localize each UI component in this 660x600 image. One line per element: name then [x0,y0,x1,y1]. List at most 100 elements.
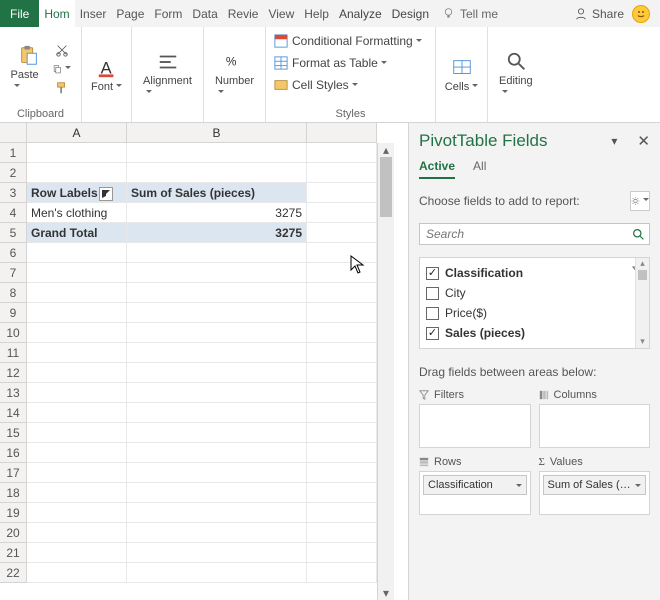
design-tab[interactable]: Design [387,0,434,27]
cell[interactable] [127,483,307,503]
cell[interactable] [27,403,127,423]
cell[interactable] [27,323,127,343]
cell[interactable] [127,523,307,543]
review-tab[interactable]: Revie [223,0,264,27]
pagelayout-tab[interactable]: Page [111,0,149,27]
cell[interactable]: Row Labels [27,183,127,203]
cell[interactable] [307,163,377,183]
cell[interactable] [307,283,377,303]
cell[interactable] [27,243,127,263]
cell[interactable] [127,443,307,463]
cell[interactable] [307,243,377,263]
format-as-table-button[interactable]: Format as Table [274,53,387,73]
cell[interactable] [27,383,127,403]
cell[interactable] [27,283,127,303]
help-tab[interactable]: Help [299,0,334,27]
cell[interactable] [127,403,307,423]
cell[interactable] [307,403,377,423]
row-header-9[interactable]: 9 [0,303,27,323]
value-chip-sum-sales[interactable]: Sum of Sales (… [543,475,647,495]
cell[interactable] [307,263,377,283]
row-labels-filter-button[interactable] [99,187,113,201]
field-sales[interactable]: Sales (pieces) [426,326,643,340]
cell[interactable] [307,503,377,523]
cell[interactable] [27,143,127,163]
scroll-thumb[interactable] [380,157,392,217]
row-header-2[interactable]: 2 [0,163,27,183]
area-values[interactable]: ΣValues Sum of Sales (… [539,456,651,515]
cell[interactable] [127,303,307,323]
paste-button[interactable]: Paste [11,45,47,93]
row-header-19[interactable]: 19 [0,503,27,523]
cut-button[interactable] [53,42,71,58]
row-header-22[interactable]: 22 [0,563,27,583]
home-tab[interactable]: Hom [39,0,74,27]
cell[interactable] [307,483,377,503]
close-pane-button[interactable]: ✕ [637,132,650,150]
pane-options-dropdown[interactable]: ▾ [611,134,621,148]
row-header-17[interactable]: 17 [0,463,27,483]
cell[interactable] [27,423,127,443]
cell[interactable] [27,503,127,523]
cell[interactable] [127,143,307,163]
cell[interactable] [307,323,377,343]
row-chip-classification[interactable]: Classification [423,475,527,495]
search-fields[interactable] [419,223,650,245]
cell[interactable]: Sum of Sales (pieces) [127,183,307,203]
format-painter-button[interactable] [53,80,71,96]
cell[interactable] [307,363,377,383]
cell[interactable]: Grand Total [27,223,127,243]
cell[interactable] [307,383,377,403]
cell[interactable] [307,563,377,583]
spreadsheet-grid[interactable]: A B 12345678910111213141516171819202122 … [0,123,408,600]
checkbox-price[interactable] [426,307,439,320]
row-header-4[interactable]: 4 [0,203,27,223]
search-icon[interactable] [627,224,649,244]
row-header-13[interactable]: 13 [0,383,27,403]
checkbox-sales[interactable] [426,327,439,340]
row-header-12[interactable]: 12 [0,363,27,383]
cell[interactable] [127,263,307,283]
cell[interactable] [307,343,377,363]
cell[interactable] [307,183,377,203]
cell[interactable] [307,223,377,243]
analyze-tab[interactable]: Analyze [334,0,387,27]
row-header-5[interactable]: 5 [0,223,27,243]
cell[interactable] [27,163,127,183]
checkbox-city[interactable] [426,287,439,300]
row-header-6[interactable]: 6 [0,243,27,263]
cell[interactable] [27,543,127,563]
cell[interactable] [127,283,307,303]
cell[interactable] [127,323,307,343]
cell[interactable] [27,523,127,543]
checkbox-classification[interactable] [426,267,439,280]
tell-me[interactable]: Tell me [434,7,506,21]
cell[interactable] [307,463,377,483]
cell[interactable] [307,203,377,223]
formulas-tab[interactable]: Form [149,0,187,27]
cell[interactable] [307,443,377,463]
cell[interactable] [27,443,127,463]
row-header-1[interactable]: 1 [0,143,27,163]
feedback-smiley-icon[interactable] [632,5,650,23]
cell[interactable] [127,423,307,443]
field-city[interactable]: City [426,286,643,300]
row-header-10[interactable]: 10 [0,323,27,343]
editing-button[interactable]: Editing [499,51,535,99]
row-header-18[interactable]: 18 [0,483,27,503]
insert-tab[interactable]: Inser [75,0,112,27]
cell[interactable] [127,343,307,363]
cell[interactable] [127,383,307,403]
cell[interactable] [27,343,127,363]
col-header-C[interactable] [307,123,377,143]
row-header-7[interactable]: 7 [0,263,27,283]
vertical-scrollbar[interactable]: ▴ ▾ [377,143,394,600]
cell[interactable] [27,363,127,383]
row-header-16[interactable]: 16 [0,443,27,463]
cell[interactable] [27,483,127,503]
pane-tab-all[interactable]: All [473,159,486,179]
select-all-triangle[interactable] [0,123,27,143]
fields-scrollbar[interactable]: ▴ ▾ [635,258,649,348]
col-header-A[interactable]: A [27,123,127,143]
alignment-button[interactable]: Alignment [150,51,186,99]
